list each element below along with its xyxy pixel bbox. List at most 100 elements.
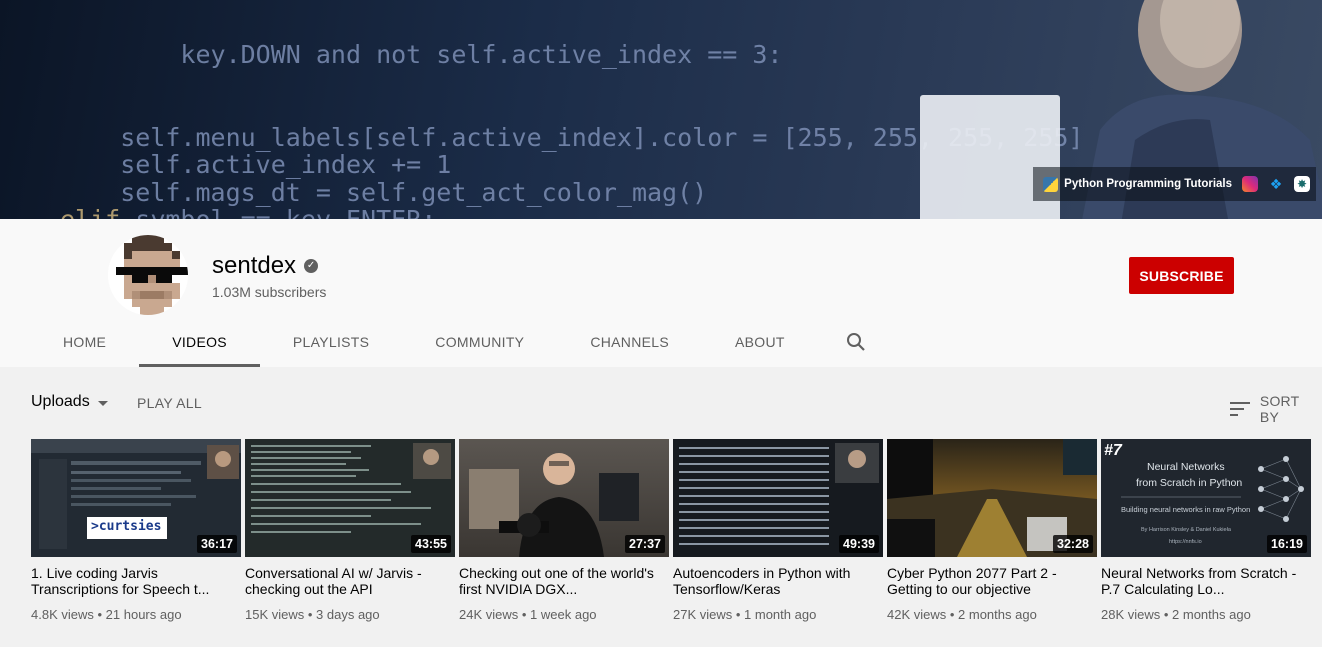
video-age: 21 hours ago: [105, 607, 182, 622]
video-duration: 16:19: [1267, 535, 1307, 553]
avatar-pixel: [156, 299, 164, 307]
avatar-pixel: [180, 299, 188, 307]
avatar-pixel: [172, 235, 180, 243]
avatar-pixel: [156, 267, 164, 275]
video-duration: 36:17: [197, 535, 237, 553]
avatar-pixel: [156, 243, 164, 251]
video-thumbnail[interactable]: 49:39: [673, 439, 883, 557]
uploads-dropdown[interactable]: Uploads: [31, 393, 108, 411]
instagram-icon[interactable]: [1242, 176, 1258, 192]
avatar-pixel: [116, 235, 124, 243]
avatar-pixel: [148, 235, 156, 243]
avatar-pixel: [108, 291, 116, 299]
avatar-pixel: [164, 267, 172, 275]
banner-links: Python Programming Tutorials ❖ ✸: [1033, 167, 1316, 201]
avatar-pixel: [172, 259, 180, 267]
video-card[interactable]: >curtsies 36:17 1. Live coding Jarvis Tr…: [31, 439, 241, 622]
discord-icon[interactable]: ✸: [1294, 176, 1310, 192]
subscribe-button[interactable]: SUBSCRIBE: [1129, 257, 1234, 294]
avatar-pixel: [164, 299, 172, 307]
avatar-pixel: [108, 275, 116, 283]
avatar-pixel: [172, 267, 180, 275]
avatar-pixel: [164, 275, 172, 283]
avatar-pixel: [124, 267, 132, 275]
video-card[interactable]: 43:55 Conversational AI w/ Jarvis - chec…: [245, 439, 455, 622]
tab-playlists[interactable]: PLAYLISTS: [260, 319, 402, 365]
avatar-pixel: [116, 267, 124, 275]
tab-channels[interactable]: CHANNELS: [557, 319, 702, 365]
avatar-pixel: [164, 259, 172, 267]
video-thumbnail[interactable]: 27:37: [459, 439, 669, 557]
avatar-pixel: [116, 291, 124, 299]
avatar-pixel: [108, 235, 116, 243]
twitter-icon[interactable]: ❖: [1268, 176, 1284, 192]
tab-community[interactable]: COMMUNITY: [402, 319, 557, 365]
avatar-pixel: [132, 291, 140, 299]
video-meta: 4.8K views • 21 hours ago: [31, 607, 182, 622]
episode-number: #7: [1104, 442, 1122, 459]
avatar-pixel: [140, 275, 148, 283]
avatar-pixel: [156, 307, 164, 315]
video-duration: 43:55: [411, 535, 451, 553]
avatar-pixel: [180, 259, 188, 267]
avatar-pixel: [172, 243, 180, 251]
video-title[interactable]: Cyber Python 2077 Part 2 - Getting to ou…: [887, 565, 1097, 597]
video-card[interactable]: 49:39 Autoencoders in Python with Tensor…: [673, 439, 883, 622]
avatar-pixel: [116, 283, 124, 291]
video-title[interactable]: Conversational AI w/ Jarvis - checking o…: [245, 565, 455, 597]
avatar-pixel: [156, 291, 164, 299]
tab-about[interactable]: ABOUT: [702, 319, 818, 365]
video-thumbnail[interactable]: #7 Neural Networks from Scratch in Pytho…: [1101, 439, 1311, 557]
avatar-pixel: [124, 259, 132, 267]
python-logo-icon: [1043, 176, 1059, 192]
video-thumbnail[interactable]: 32:28: [887, 439, 1097, 557]
avatar-pixel: [116, 275, 124, 283]
video-views: 24K views: [459, 607, 519, 622]
video-views: 27K views: [673, 607, 733, 622]
avatar[interactable]: [108, 235, 188, 315]
video-title[interactable]: Autoencoders in Python with Tensorflow/K…: [673, 565, 883, 597]
avatar-pixel: [148, 283, 156, 291]
avatar-pixel: [116, 299, 124, 307]
avatar-pixel: [164, 283, 172, 291]
video-meta: 42K views • 2 months ago: [887, 607, 1037, 622]
avatar-pixel: [116, 259, 124, 267]
channel-search-button[interactable]: [832, 319, 880, 365]
video-thumbnail[interactable]: >curtsies 36:17: [31, 439, 241, 557]
avatar-pixel: [156, 251, 164, 259]
avatar-pixel: [180, 291, 188, 299]
python-tutorials-link[interactable]: Python Programming Tutorials: [1043, 176, 1232, 192]
sort-by-button[interactable]: SORT BY: [1230, 393, 1322, 425]
channel-banner: key.DOWN and not self.active_index == 3:…: [0, 0, 1322, 219]
avatar-pixel: [116, 243, 124, 251]
video-age: 2 months ago: [1172, 607, 1251, 622]
avatar-pixel: [140, 267, 148, 275]
video-card[interactable]: 32:28 Cyber Python 2077 Part 2 - Getting…: [887, 439, 1097, 622]
subscriber-count: 1.03M subscribers: [212, 284, 327, 300]
avatar-pixel: [140, 291, 148, 299]
video-title[interactable]: Neural Networks from Scratch - P.7 Calcu…: [1101, 565, 1311, 597]
avatar-pixel: [140, 299, 148, 307]
avatar-pixel: [148, 299, 156, 307]
video-duration: 27:37: [625, 535, 665, 553]
video-title[interactable]: Checking out one of the world's first NV…: [459, 565, 669, 597]
video-title[interactable]: 1. Live coding Jarvis Transcriptions for…: [31, 565, 241, 597]
banner-code-line: key.DOWN and not self.active_index == 3:: [60, 40, 783, 69]
video-card[interactable]: 27:37 Checking out one of the world's fi…: [459, 439, 669, 622]
avatar-pixel: [108, 307, 116, 315]
channel-name: sentdex: [212, 252, 297, 279]
avatar-pixel: [124, 235, 132, 243]
play-all-button[interactable]: PLAY ALL: [137, 395, 202, 411]
avatar-pixel: [148, 275, 156, 283]
avatar-pixel: [148, 259, 156, 267]
avatar-pixel: [132, 283, 140, 291]
video-card[interactable]: #7 Neural Networks from Scratch in Pytho…: [1101, 439, 1311, 622]
tab-home[interactable]: HOME: [30, 319, 139, 365]
avatar-pixel: [180, 283, 188, 291]
avatar-pixel: [148, 243, 156, 251]
nnfs-title-2: from Scratch in Python: [1136, 477, 1243, 489]
video-meta: 24K views • 1 week ago: [459, 607, 597, 622]
video-age: 1 month ago: [744, 607, 817, 622]
tab-videos[interactable]: VIDEOS: [139, 319, 260, 367]
video-thumbnail[interactable]: 43:55: [245, 439, 455, 557]
